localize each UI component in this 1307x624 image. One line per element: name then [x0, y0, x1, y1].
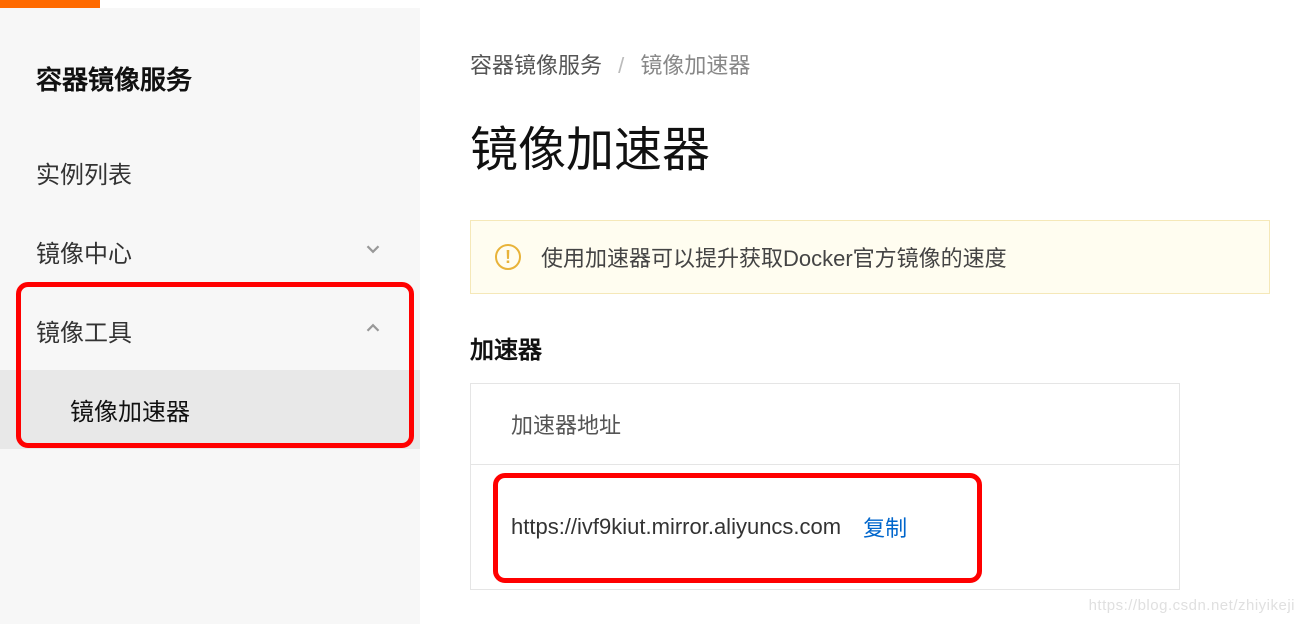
sidebar-item-mirror-tools[interactable]: 镜像工具 — [0, 291, 420, 370]
watermark: https://blog.csdn.net/zhiyikeji — [1089, 597, 1295, 614]
sidebar-title: 容器镜像服务 — [0, 36, 420, 133]
breadcrumb-separator: / — [618, 53, 624, 78]
card-header: 加速器地址 — [471, 384, 1179, 465]
section-label: 加速器 — [470, 330, 1307, 365]
brand-accent — [0, 0, 100, 8]
breadcrumb-root[interactable]: 容器镜像服务 — [470, 53, 602, 78]
sidebar-item-label: 镜像中心 — [36, 234, 132, 269]
accelerator-url: https://ivf9kiut.mirror.aliyuncs.com — [511, 514, 841, 540]
sidebar-item-label: 实例列表 — [36, 155, 132, 190]
sidebar-item-mirror-center[interactable]: 镜像中心 — [0, 212, 420, 291]
main-content: 容器镜像服务 / 镜像加速器 镜像加速器 ! 使用加速器可以提升获取Docker… — [420, 8, 1307, 624]
card-body: https://ivf9kiut.mirror.aliyuncs.com 复制 — [471, 465, 1179, 589]
accelerator-card: 加速器地址 https://ivf9kiut.mirror.aliyuncs.c… — [470, 383, 1180, 590]
notice-text: 使用加速器可以提升获取Docker官方镜像的速度 — [541, 241, 1007, 273]
breadcrumb: 容器镜像服务 / 镜像加速器 — [470, 48, 1307, 80]
copy-button[interactable]: 复制 — [863, 511, 907, 543]
sidebar-item-label: 镜像工具 — [36, 313, 132, 348]
chevron-down-icon — [362, 238, 384, 266]
sidebar-item-label: 镜像加速器 — [70, 392, 190, 427]
breadcrumb-current: 镜像加速器 — [640, 53, 750, 78]
notice-banner: ! 使用加速器可以提升获取Docker官方镜像的速度 — [470, 220, 1270, 294]
info-icon: ! — [495, 244, 521, 270]
sidebar: 容器镜像服务 实例列表 镜像中心 镜像工具 镜像加速器 — [0, 8, 420, 624]
chevron-up-icon — [362, 317, 384, 345]
sidebar-item-instances[interactable]: 实例列表 — [0, 133, 420, 212]
page-title: 镜像加速器 — [470, 110, 1307, 180]
sidebar-item-mirror-accelerator[interactable]: 镜像加速器 — [0, 370, 420, 449]
